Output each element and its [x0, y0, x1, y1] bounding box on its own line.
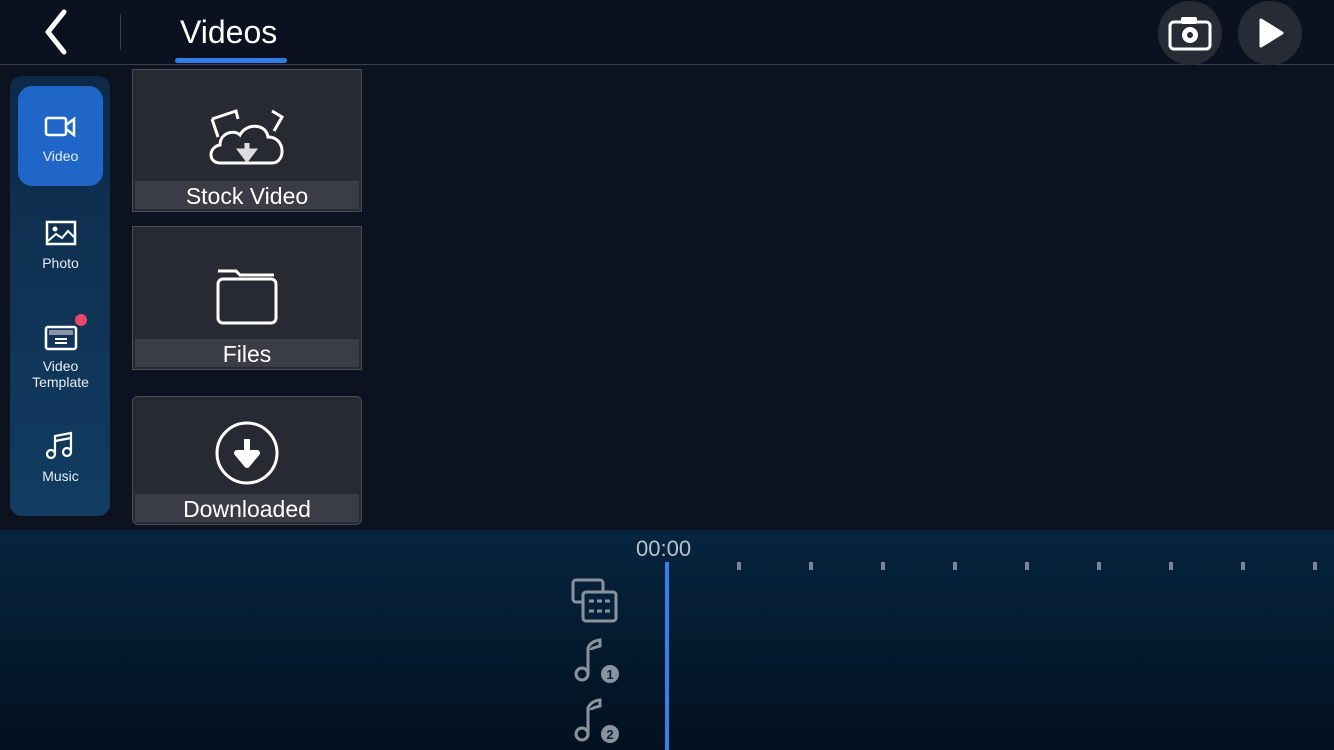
chevron-left-icon [45, 9, 67, 55]
page-title: Videos [180, 14, 278, 50]
card-label: Files [135, 339, 359, 367]
camera-icon [1168, 17, 1212, 51]
timecode: 00:00 [636, 536, 692, 561]
cloud-download-icon [209, 109, 285, 165]
tick [1025, 562, 1029, 570]
notification-badge [75, 314, 87, 326]
sidebar: Video Photo Video Template Music [10, 76, 110, 516]
sidebar-item-photo[interactable]: Photo [18, 193, 103, 293]
tick [809, 562, 813, 570]
timeline[interactable]: 00:00 1 2 [0, 530, 1334, 750]
tick [1241, 562, 1245, 570]
music-track-1-icon[interactable]: 1 [571, 638, 621, 686]
folder-icon [216, 269, 278, 325]
tick [881, 562, 885, 570]
files-card[interactable]: Files [132, 226, 362, 370]
card-label: Stock Video [135, 181, 359, 209]
media-track-icon[interactable] [571, 578, 619, 624]
tab-underline [175, 58, 287, 63]
tick [1313, 562, 1317, 570]
card-label: Downloaded [135, 494, 359, 522]
music-note-icon [45, 431, 72, 460]
sidebar-item-music[interactable]: Music [18, 406, 103, 506]
sidebar-item-label: Photo [42, 255, 79, 271]
sidebar-item-label: Video [42, 148, 79, 164]
image-icon [45, 220, 76, 246]
track-number: 2 [606, 727, 613, 742]
tick [737, 562, 741, 570]
camera-button[interactable] [1158, 1, 1222, 65]
playhead[interactable] [665, 562, 669, 750]
track-number: 1 [606, 667, 613, 682]
download-circle-icon [215, 421, 279, 485]
divider [120, 14, 121, 50]
sidebar-item-label: Music [42, 468, 79, 484]
stock-video-card[interactable]: Stock Video [132, 69, 362, 212]
sidebar-item-video[interactable]: Video [18, 86, 103, 186]
tick [1097, 562, 1101, 570]
header: Videos [0, 0, 1334, 65]
downloaded-card[interactable]: Downloaded [132, 396, 362, 525]
sidebar-item-video-template[interactable]: Video Template [18, 298, 103, 398]
sidebar-item-label: Video Template [32, 358, 89, 390]
template-icon [44, 325, 77, 351]
tick [953, 562, 957, 570]
tick [1169, 562, 1173, 570]
play-icon [1259, 18, 1284, 48]
play-button[interactable] [1238, 1, 1302, 65]
video-camera-icon [44, 116, 75, 138]
back-button[interactable] [38, 8, 78, 56]
music-track-2-icon[interactable]: 2 [571, 698, 621, 746]
